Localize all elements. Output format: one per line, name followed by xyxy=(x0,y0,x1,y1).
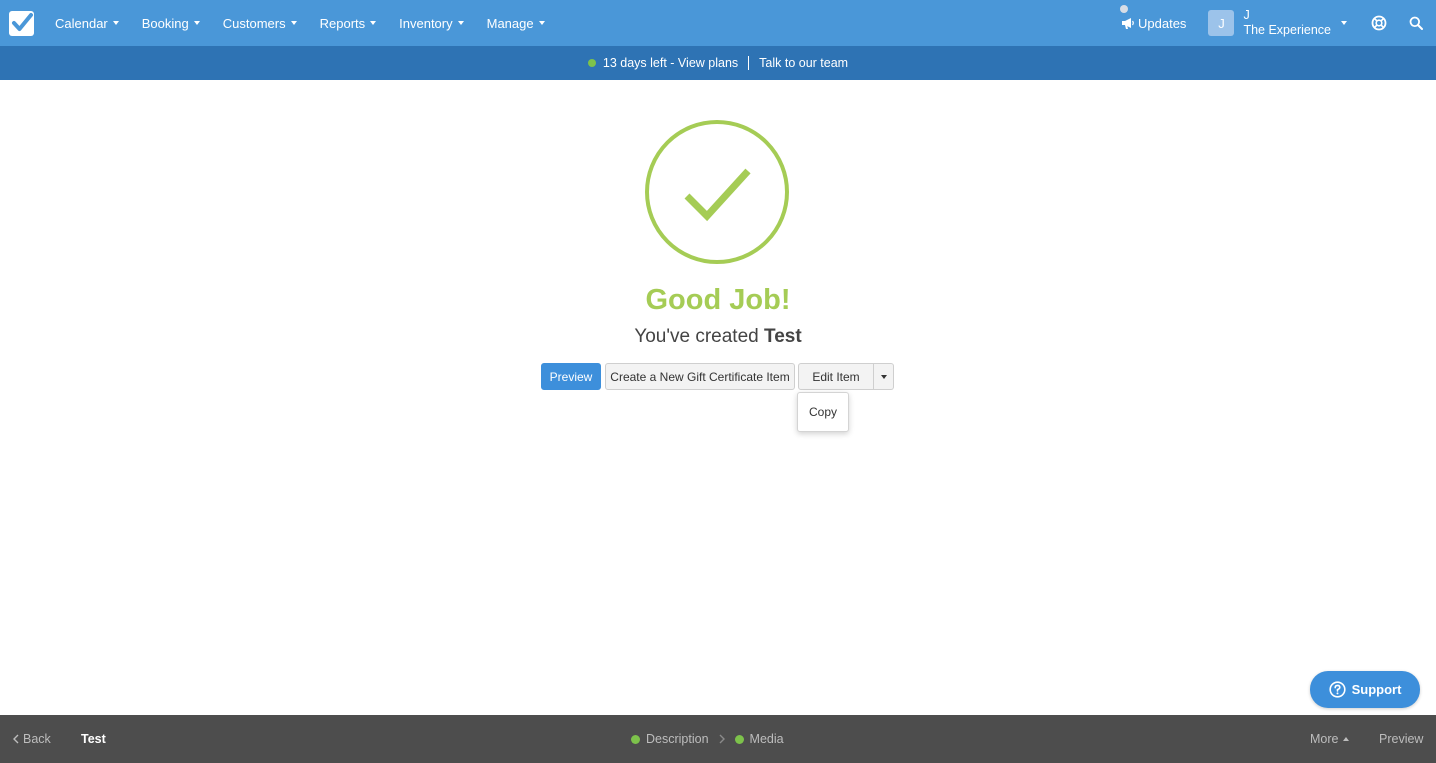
chevron-down-icon xyxy=(112,21,119,25)
help-lifebuoy-icon[interactable] xyxy=(1369,13,1389,33)
more-button[interactable]: More xyxy=(1310,732,1350,746)
dropdown-menu-item-copy[interactable]: Copy xyxy=(797,392,849,432)
subtitle-prefix: You've created xyxy=(634,326,765,347)
view-plans-link[interactable]: 13 days left - View plans xyxy=(603,56,738,70)
nav-calendar[interactable]: Calendar xyxy=(55,16,119,31)
preview-button[interactable]: Preview xyxy=(541,363,601,390)
page-title: Good Job! xyxy=(645,284,791,316)
trial-banner: 13 days left - View plans Talk to our te… xyxy=(0,46,1436,80)
footer-preview-button[interactable]: Preview xyxy=(1379,732,1423,746)
more-label: More xyxy=(1310,732,1339,746)
create-gift-certificate-button[interactable]: Create a New Gift Certificate Item xyxy=(605,363,795,390)
chevron-down-icon xyxy=(880,374,887,379)
chevron-left-icon xyxy=(13,734,19,744)
nav-booking[interactable]: Booking xyxy=(142,16,200,31)
nav-manage[interactable]: Manage xyxy=(487,16,545,31)
nav-calendar-label: Calendar xyxy=(55,15,108,31)
support-button[interactable]: Support xyxy=(1310,671,1420,708)
chevron-down-icon xyxy=(290,21,297,25)
support-label: Support xyxy=(1351,682,1402,697)
step-complete-dot xyxy=(631,734,640,744)
nav-customers-label: Customers xyxy=(222,15,286,31)
account-company: The Experience xyxy=(1243,23,1331,37)
success-subtitle: You've created Test xyxy=(0,326,1436,348)
nav-right-group: Updates J J The Experience xyxy=(1120,0,1436,46)
step-progress: Description Media xyxy=(631,732,784,746)
search-icon[interactable] xyxy=(1406,13,1426,33)
edit-dropdown-toggle[interactable] xyxy=(874,363,894,390)
top-navbar: Calendar Booking Customers Reports Inven… xyxy=(0,0,1436,46)
updates-button[interactable]: Updates xyxy=(1120,4,1187,31)
account-name: J xyxy=(1243,8,1250,22)
back-button[interactable]: Back xyxy=(13,732,51,746)
account-text: J The Experience xyxy=(1243,8,1331,38)
back-label: Back xyxy=(23,732,51,746)
step-media[interactable]: Media xyxy=(734,732,784,746)
chevron-down-icon xyxy=(370,21,377,25)
chevron-down-icon xyxy=(193,21,200,25)
chevron-right-icon xyxy=(719,734,725,744)
edit-item-button[interactable]: Edit Item xyxy=(798,363,874,390)
step-complete-dot xyxy=(734,734,744,744)
nav-inventory[interactable]: Inventory xyxy=(399,15,464,31)
account-menu[interactable]: J J The Experience xyxy=(1208,8,1347,38)
nav-manage-label: Manage xyxy=(486,15,534,31)
question-circle-icon xyxy=(1328,681,1346,698)
chevron-down-icon xyxy=(538,21,545,25)
nav-booking-label: Booking xyxy=(141,15,189,31)
app-logo-checkbox-icon[interactable] xyxy=(9,10,34,36)
chevron-down-icon xyxy=(1341,21,1347,25)
updates-label: Updates xyxy=(1138,15,1187,31)
notification-dot xyxy=(1120,4,1129,13)
chevron-down-icon xyxy=(457,21,464,25)
talk-to-team-link[interactable]: Talk to our team xyxy=(759,56,848,70)
divider xyxy=(748,56,750,70)
step-media-label: Media xyxy=(749,732,784,746)
nav-inventory-label: Inventory xyxy=(399,15,453,31)
created-item-name: Test xyxy=(764,326,802,347)
nav-reports[interactable]: Reports xyxy=(320,16,377,31)
nav-customers[interactable]: Customers xyxy=(223,16,297,31)
status-dot xyxy=(587,59,596,67)
avatar: J xyxy=(1208,10,1235,36)
footer-item-title: Test xyxy=(81,732,106,746)
success-checkmark-icon xyxy=(645,120,789,264)
chevron-up-icon xyxy=(1343,737,1350,741)
step-description-label: Description xyxy=(646,732,709,746)
step-description[interactable]: Description xyxy=(631,732,709,746)
action-buttons: Preview Create a New Gift Certificate It… xyxy=(541,363,894,390)
megaphone-icon xyxy=(1122,17,1134,29)
nav-reports-label: Reports xyxy=(319,15,366,31)
bottom-bar: Back Test Description Media More Preview xyxy=(0,715,1436,763)
